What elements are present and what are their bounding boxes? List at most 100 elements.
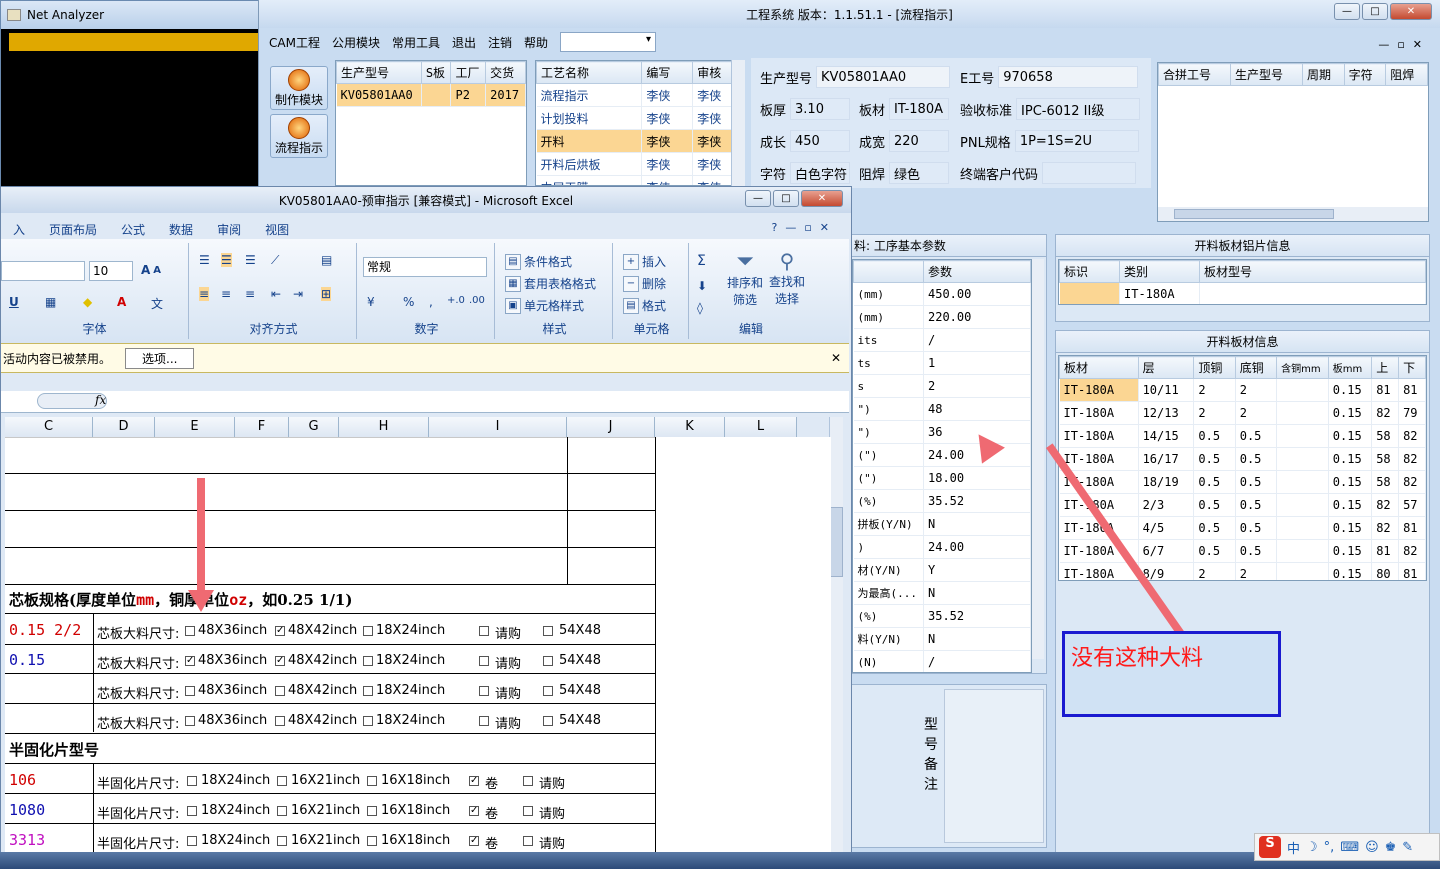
menu-help[interactable]: 帮助 (524, 34, 548, 51)
menu-cam[interactable]: CAM工程 (269, 34, 320, 51)
fill-color-icon[interactable]: ◆ (83, 295, 92, 309)
buy-checkbox[interactable] (479, 656, 489, 666)
table-row[interactable]: IT-180A2/30.50.50.158257 (1059, 493, 1426, 517)
flow-button[interactable]: 流程指示 (270, 114, 328, 158)
table-row[interactable]: KV05801AA0 P2 2017 (336, 83, 526, 107)
col-header[interactable]: 顶铜 (1193, 356, 1236, 379)
table-row[interactable]: 流程指示 李侠 李侠 (536, 83, 744, 107)
size-checkbox[interactable]: ✓ (185, 656, 195, 666)
cust-field[interactable] (1042, 162, 1137, 184)
col-header[interactable]: 下 (1398, 356, 1426, 379)
menu-common-module[interactable]: 公用模块 (332, 34, 380, 51)
size-checkbox[interactable]: ✓ (275, 656, 285, 666)
sort-filter-button[interactable]: ⏷ 排序和筛选 (725, 249, 765, 308)
align-bottom-icon[interactable]: ☰ (245, 253, 256, 267)
col-header[interactable]: 合拼工号 (1158, 63, 1231, 86)
table-row[interactable]: its / (853, 328, 1031, 352)
minimize-button[interactable]: — (1334, 3, 1360, 20)
param-header[interactable]: 参数 (923, 260, 1031, 283)
table-row[interactable]: 为最高(... N (853, 581, 1031, 605)
column-header[interactable]: K (655, 417, 725, 437)
table-row[interactable]: (mm) 450.00 (853, 282, 1031, 306)
process-scrollbar[interactable] (731, 60, 745, 186)
e-field[interactable]: 970658 (998, 66, 1139, 88)
size-checkbox[interactable] (185, 716, 195, 726)
col-header[interactable]: 底铜 (1234, 356, 1278, 379)
table-format-button[interactable]: ▦ 套用表格格式 (505, 275, 596, 292)
close-bar-icon[interactable]: ✕ (831, 351, 841, 365)
column-header[interactable]: C (5, 417, 93, 437)
roll-checkbox[interactable]: ✓ (469, 776, 479, 786)
pp-buy-checkbox[interactable] (523, 836, 533, 846)
clear-icon[interactable]: ◊ (697, 301, 703, 315)
fill-icon[interactable]: ⬇ (697, 279, 707, 293)
pp-size-checkbox[interactable] (367, 806, 377, 816)
pp-size-checkbox[interactable] (187, 776, 197, 786)
table-row[interactable]: 开料 李侠 李侠 (536, 129, 744, 153)
size-54-checkbox[interactable] (543, 656, 553, 666)
merge-grid[interactable]: 合拼工号 生产型号 周期 字符 阻焊 (1157, 62, 1429, 222)
options-button[interactable]: 选项... (125, 347, 195, 369)
minimize-button[interactable]: — (745, 190, 771, 207)
tab-view[interactable]: 视图 (253, 221, 301, 238)
col-header[interactable]: 编写 (641, 61, 694, 84)
params-grid[interactable]: 参数 (mm) 450.00 (mm) 220.00 its / ts 1 s 2 ") 48 ") 36(… (852, 259, 1032, 673)
size-checkbox[interactable] (275, 686, 285, 696)
col-header[interactable]: 板mm (1327, 356, 1373, 379)
pp-size-checkbox[interactable] (367, 776, 377, 786)
ime-toolbar[interactable]: S 中 ☽ °, ⌨ ☺ ♚ ✎ (1254, 833, 1440, 861)
pp-buy-checkbox[interactable] (523, 776, 533, 786)
cell-style-button[interactable]: ▣ 单元格样式 (505, 297, 584, 314)
fx-icon[interactable]: fx (95, 393, 106, 407)
make-module-button[interactable]: 制作模块 (270, 66, 328, 110)
orientation-icon[interactable]: ⟋ (271, 253, 279, 268)
percent-icon[interactable]: % (403, 295, 414, 309)
buy-checkbox[interactable] (479, 686, 489, 696)
table-row[interactable]: IT-180A 10/11 2 2 0.15 81 81 (1059, 378, 1426, 402)
table-row[interactable]: ) 24.00 (853, 535, 1031, 559)
column-header[interactable]: D (93, 417, 155, 437)
roll-checkbox[interactable]: ✓ (469, 836, 479, 846)
note-textarea[interactable] (944, 689, 1044, 843)
sheet-info-grid[interactable]: 板材层顶铜 底铜 含铜mm 板mm 上下 IT-180A 10/11 2 2 0.15 81 81 IT… (1058, 355, 1427, 581)
outdent-icon[interactable]: ⇥ (293, 287, 303, 301)
alu-grid[interactable]: 标识 类别 板材型号 IT-180A (1058, 259, 1427, 305)
table-row[interactable]: IT-180A 16/17 0.5 0.5 0.15 58 82 (1059, 447, 1426, 471)
col-header[interactable]: 板材型号 (1199, 260, 1426, 283)
product-grid[interactable]: 生产型号 S板 工厂 交货 KV05801AA0 P2 2017 (335, 60, 527, 186)
col-header[interactable]: 层 (1137, 356, 1195, 379)
mask-field[interactable]: 绿色 (889, 162, 950, 184)
table-row[interactable]: (") 18.00 (853, 466, 1031, 490)
table-row[interactable]: 拼板(Y/N) N (853, 512, 1031, 536)
column-header[interactable]: J (567, 417, 655, 437)
formula-bar[interactable]: fx (1, 391, 849, 413)
pp-buy-checkbox[interactable] (523, 806, 533, 816)
moon-icon[interactable]: ☽ (1306, 840, 1318, 855)
scroll-thumb[interactable] (830, 507, 843, 577)
align-middle-icon[interactable]: ☰ (221, 253, 232, 267)
col-header[interactable]: 上 (1371, 356, 1400, 379)
insert-button[interactable]: + 插入 (623, 253, 666, 270)
table-row[interactable]: ts 1 (853, 351, 1031, 375)
roll-checkbox[interactable]: ✓ (469, 806, 479, 816)
col-header[interactable]: 工厂 (450, 61, 487, 84)
table-row[interactable]: (mm) 220.00 (853, 305, 1031, 329)
mat-field[interactable]: IT-180A (889, 98, 950, 120)
column-header[interactable]: H (339, 417, 429, 437)
pp-size-checkbox[interactable] (277, 806, 287, 816)
tab-review[interactable]: 审阅 (205, 221, 253, 238)
close-button[interactable]: ✕ (1390, 3, 1432, 20)
ribbon-controls[interactable]: ?—▫✕ (771, 221, 837, 234)
column-header[interactable]: E (155, 417, 235, 437)
maximize-button[interactable]: □ (1362, 3, 1388, 20)
align-left-icon[interactable]: ≡ (199, 287, 210, 301)
toolbar-combo[interactable] (560, 32, 657, 52)
number-format-combo[interactable]: 常规 (363, 257, 487, 277)
size-checkbox[interactable] (363, 686, 373, 696)
table-row[interactable]: 内层干膜李侠李侠 (536, 175, 744, 185)
font-size-combo[interactable]: 10 (89, 261, 133, 281)
table-row[interactable]: ") 36 (853, 420, 1031, 444)
size-checkbox[interactable] (363, 656, 373, 666)
vertical-scrollbar[interactable] (829, 417, 843, 857)
col-header[interactable]: 字符 (1343, 63, 1387, 86)
